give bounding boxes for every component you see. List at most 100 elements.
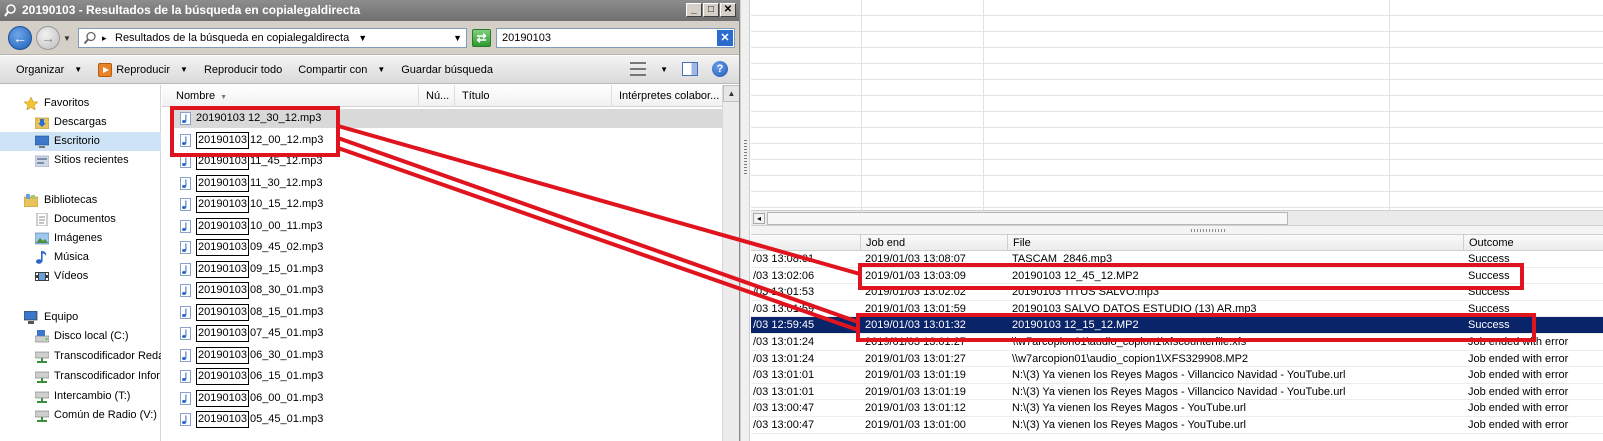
column-header-number[interactable]: Nú...: [419, 85, 455, 107]
file-name: 20190103 06_15_01.mp3: [196, 367, 323, 386]
file-name-rest: 11_45_12.mp3: [249, 155, 323, 167]
play-button[interactable]: Reproducir ▼: [90, 62, 196, 77]
file-row[interactable]: 20190103 06_00_01.mp3: [174, 389, 722, 408]
file-row[interactable]: 20190103 10_15_12.mp3: [174, 195, 722, 214]
history-dropdown-icon[interactable]: ▼: [63, 34, 71, 43]
nav-computer[interactable]: Equipo: [0, 308, 161, 327]
file-row[interactable]: 20190103 07_45_01.mp3: [174, 324, 722, 343]
horizontal-scrollbar[interactable]: ◂: [751, 210, 1603, 226]
file-row[interactable]: 20190103 09_45_02.mp3: [174, 238, 722, 257]
nav-desktop[interactable]: Escritorio: [0, 132, 161, 151]
audio-file-icon: [180, 391, 191, 405]
address-dropdown-icon[interactable]: ▼: [453, 29, 462, 47]
refresh-button[interactable]: ⇄: [472, 29, 491, 47]
share-button[interactable]: Compartir con ▼: [290, 64, 393, 76]
job-row[interactable]: /03 13:08:01 2019/01/03 13:08:07 TASCAM_28…: [751, 251, 1603, 268]
job-row[interactable]: /03 13:01:59 2019/01/03 13:01:59 20190103 …: [751, 301, 1603, 318]
nav-network-transcoder-info[interactable]: Transcodificador Infor: [0, 367, 161, 386]
network-drive-icon: [35, 371, 49, 383]
column-header-job-end[interactable]: Job end: [861, 235, 1008, 251]
nav-libraries[interactable]: Bibliotecas: [0, 191, 161, 210]
column-header-artists[interactable]: Intérpretes colabor...: [612, 85, 722, 107]
file-name-prefix: 20190103: [196, 303, 249, 321]
nav-label: Transcodificador Reda: [54, 350, 161, 362]
maximize-button[interactable]: □: [703, 3, 719, 17]
job-outcome-cell: Success: [1468, 302, 1510, 315]
file-row[interactable]: 20190103 11_30_12.mp3: [174, 174, 722, 193]
column-label: Título: [462, 90, 490, 102]
breadcrumb-chevron-icon[interactable]: ▸: [102, 29, 107, 47]
pane-splitter[interactable]: [751, 226, 1603, 234]
title-bar[interactable]: 20190103 - Resultados de la búsqueda en …: [0, 0, 739, 21]
job-row[interactable]: /03 13:01:53 2019/01/03 13:02:02 20190103 …: [751, 284, 1603, 301]
file-row[interactable]: 20190103 06_30_01.mp3: [174, 346, 722, 365]
address-path[interactable]: Resultados de la búsqueda en copialegald…: [115, 32, 349, 44]
nav-images[interactable]: Imágenes: [0, 229, 161, 248]
scroll-left-icon[interactable]: ◂: [753, 213, 765, 224]
window-splitter[interactable]: [740, 0, 750, 441]
file-row[interactable]: 20190103 11_45_12.mp3: [174, 152, 722, 171]
views-icon[interactable]: [630, 62, 647, 76]
nav-local-disk-c[interactable]: Disco local (C:): [0, 327, 161, 346]
nav-network-comun-radio[interactable]: Común de Radio (V:): [0, 406, 161, 425]
job-file-cell: N:\(3) Ya vienen los Reyes Magos - Villa…: [1012, 385, 1346, 398]
close-button[interactable]: ✕: [720, 3, 736, 17]
job-row[interactable]: /03 13:01:01 2019/01/03 13:01:19 N:\(3) Ya…: [751, 367, 1603, 384]
column-header-name[interactable]: Nombre ▼: [169, 85, 419, 107]
scroll-up-icon[interactable]: ▲: [723, 85, 739, 102]
column-label: Intérpretes colabor...: [619, 90, 720, 102]
file-name-prefix: 20190103: [196, 282, 249, 299]
forward-button[interactable]: →: [36, 26, 60, 50]
minimize-button[interactable]: _: [686, 3, 702, 17]
job-row[interactable]: /03 13:00:47 2019/01/03 13:01:00 N:\(3) Ya…: [751, 417, 1603, 434]
job-row[interactable]: /03 13:01:24 2019/01/03 13:01:27 \\w7arcop…: [751, 351, 1603, 368]
file-row[interactable]: 20190103 08_15_01.mp3: [174, 303, 722, 322]
file-row[interactable]: 20190103 12_30_12.mp3: [174, 109, 722, 128]
file-row[interactable]: 20190103 09_15_01.mp3: [174, 260, 722, 279]
column-header-outcome[interactable]: Outcome: [1464, 235, 1603, 251]
explorer-window: 20190103 - Resultados de la búsqueda en …: [0, 0, 740, 441]
address-bar[interactable]: ▸ Resultados de la búsqueda en copialega…: [78, 28, 467, 48]
job-end-cell: 2019/01/03 13:01:00: [865, 419, 966, 431]
file-row[interactable]: 20190103 10_00_11.mp3: [174, 217, 722, 236]
job-row[interactable]: /03 13:00:47 2019/01/03 13:01:12 N:\(3) Ya…: [751, 400, 1603, 417]
nav-network-intercambio[interactable]: Intercambio (T:): [0, 387, 161, 406]
job-row[interactable]: /03 13:02:06 2019/01/03 13:03:09 20190103 …: [751, 268, 1603, 285]
nav-videos[interactable]: Vídeos: [0, 267, 161, 286]
job-row[interactable]: /03 13:01:01 2019/01/03 13:01:19 N:\(3) Ya…: [751, 384, 1603, 401]
file-row[interactable]: 20190103 08_30_01.mp3: [174, 281, 722, 300]
help-icon[interactable]: ?: [712, 61, 728, 77]
scroll-thumb[interactable]: [767, 212, 1288, 225]
play-all-button[interactable]: Reproducir todo: [196, 64, 290, 76]
nav-recent-places[interactable]: Sitios recientes: [0, 151, 161, 170]
file-row[interactable]: 20190103 12_00_12.mp3: [174, 131, 722, 150]
preview-pane-icon[interactable]: [682, 62, 698, 76]
path-dropdown-icon[interactable]: ▼: [358, 33, 367, 43]
save-search-button[interactable]: Guardar búsqueda: [393, 64, 501, 76]
nav-downloads[interactable]: Descargas: [0, 113, 161, 132]
file-row[interactable]: 20190103 05_45_01.mp3: [174, 410, 722, 429]
clear-search-icon[interactable]: ✕: [717, 30, 733, 46]
column-header-title[interactable]: Título: [455, 85, 612, 107]
nav-network-transcoder-red[interactable]: Transcodificador Reda: [0, 347, 161, 366]
file-row[interactable]: 20190103 06_15_01.mp3: [174, 367, 722, 386]
nav-favorites[interactable]: Favoritos: [0, 94, 161, 113]
search-input[interactable]: 20190103 ✕: [496, 28, 735, 48]
organize-button[interactable]: Organizar ▼: [8, 64, 90, 76]
back-button[interactable]: ←: [8, 26, 32, 50]
job-start-cell: /03 13:01:01: [753, 385, 815, 398]
nav-documents[interactable]: Documentos: [0, 210, 161, 229]
job-row[interactable]: /03 12:59:45 2019/01/03 13:01:32 20190103 …: [751, 317, 1603, 334]
column-header-file[interactable]: File: [1008, 235, 1464, 251]
recent-places-icon: [35, 155, 49, 167]
file-name-prefix: 20190103: [196, 131, 249, 149]
nav-music[interactable]: Música: [0, 248, 161, 267]
column-header-job-start[interactable]: [751, 235, 861, 251]
file-name-prefix: 20190103: [196, 217, 249, 235]
file-name-rest: 10_15_12.mp3: [249, 198, 324, 210]
vertical-scrollbar[interactable]: ▲: [722, 85, 739, 441]
job-outcome-cell: Job ended with error: [1468, 402, 1569, 415]
job-row[interactable]: /03 13:01:24 2019/01/03 13:01:27 \\w7arcop…: [751, 334, 1603, 351]
views-dropdown-icon[interactable]: ▼: [660, 65, 668, 74]
nav-label: Música: [54, 251, 89, 263]
